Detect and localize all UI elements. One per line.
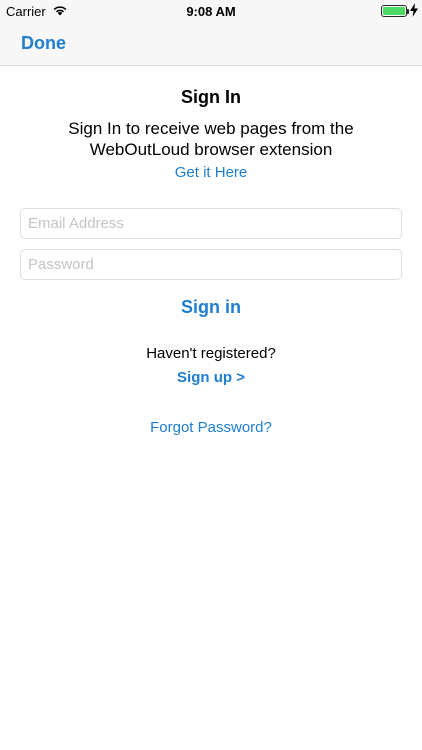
status-bar: Carrier 9:08 AM <box>0 0 422 22</box>
charging-icon <box>410 3 418 17</box>
done-button[interactable]: Done <box>21 33 66 54</box>
sign-in-button[interactable]: Sign in <box>0 297 422 318</box>
get-it-here-link[interactable]: Get it Here <box>0 164 422 181</box>
email-field[interactable] <box>20 208 402 239</box>
registered-prompt: Haven't registered? <box>146 345 276 362</box>
battery-cap <box>407 9 409 14</box>
subtitle-text: Sign In to receive web pages from the We… <box>68 119 354 159</box>
battery-level <box>383 7 405 15</box>
password-field[interactable] <box>20 249 402 280</box>
navigation-bar: Done <box>0 22 422 66</box>
page-title: Sign In <box>181 87 241 107</box>
forgot-password-link[interactable]: Forgot Password? <box>0 419 422 436</box>
battery-icon <box>381 5 409 17</box>
clock: 9:08 AM <box>186 4 236 19</box>
sign-up-link[interactable]: Sign up > <box>0 369 422 386</box>
